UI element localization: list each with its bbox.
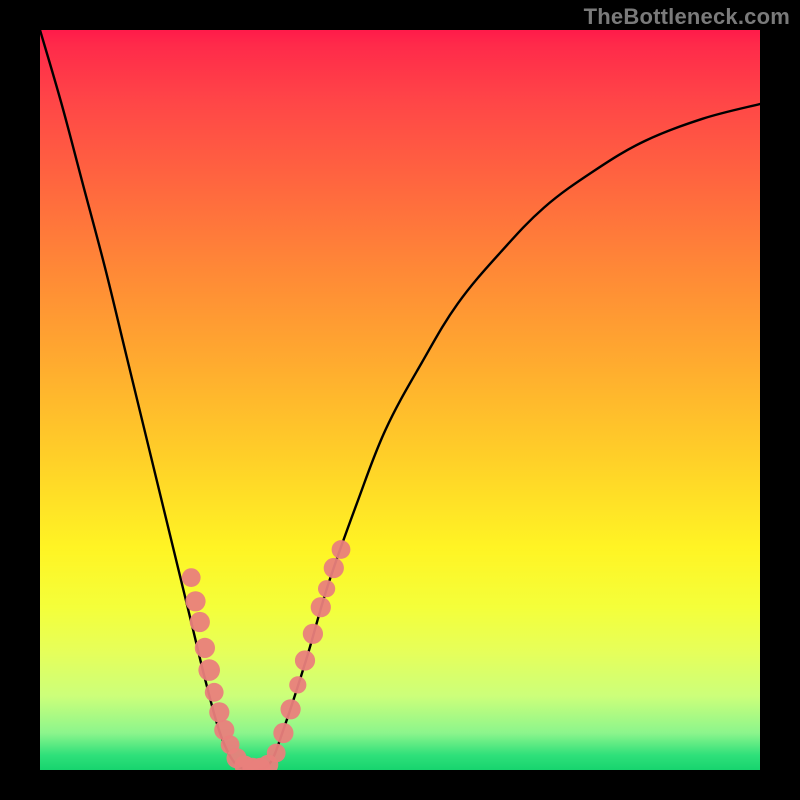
data-marker <box>318 580 335 597</box>
data-marker <box>324 558 344 578</box>
data-marker <box>195 638 215 658</box>
plot-area <box>40 30 760 770</box>
data-marker <box>332 540 351 559</box>
data-marker <box>303 624 323 644</box>
bottleneck-curve <box>40 30 760 770</box>
data-marker <box>273 723 293 743</box>
data-marker <box>185 591 205 611</box>
curve-svg <box>40 30 760 770</box>
bottleneck-curve-path <box>40 30 760 770</box>
data-marker <box>209 702 229 722</box>
data-marker <box>182 568 201 587</box>
watermark-label: TheBottleneck.com <box>584 4 790 30</box>
data-marker <box>311 597 331 617</box>
data-marker <box>205 683 224 702</box>
data-marker <box>267 744 286 763</box>
chart-frame: TheBottleneck.com <box>0 0 800 800</box>
data-marker <box>281 699 301 719</box>
data-markers <box>182 540 351 770</box>
data-marker <box>295 650 315 670</box>
data-marker <box>198 659 220 681</box>
data-marker <box>289 676 306 693</box>
data-marker <box>190 612 210 632</box>
